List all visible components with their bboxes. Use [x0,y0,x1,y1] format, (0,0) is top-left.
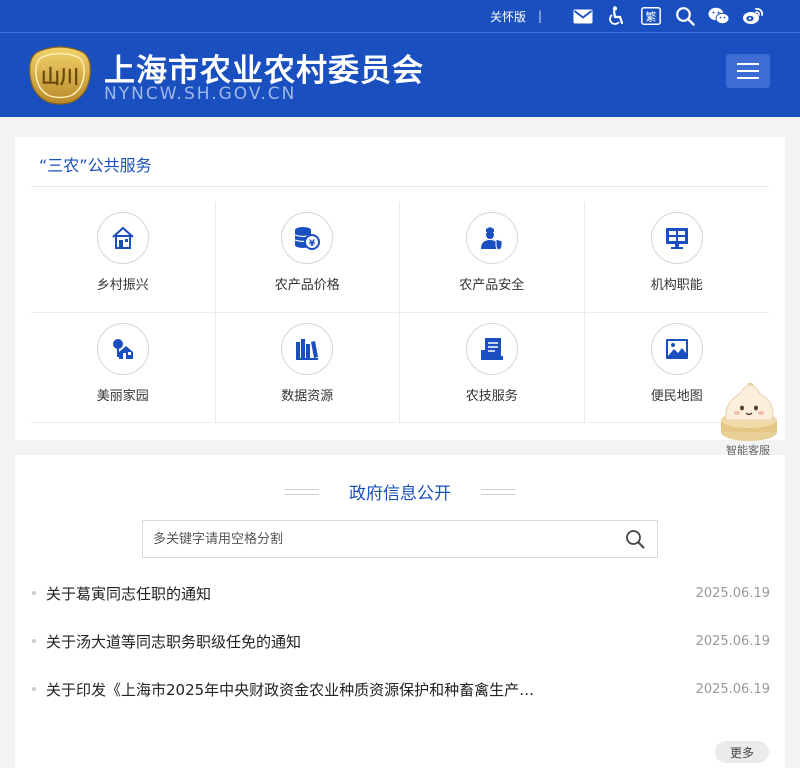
accessibility-icon[interactable] [606,5,628,27]
weibo-icon[interactable] [742,5,764,27]
info-heading: 政府信息公开 [15,479,785,504]
trad-char: 繁 [646,10,657,24]
separator: | [537,9,542,23]
news-item[interactable]: 关于葛寅同志任职的通知 2025.06.19 [30,569,770,617]
wechat-icon[interactable] [708,5,730,27]
news-date: 2025.06.19 [695,681,770,697]
info-search-box [142,520,658,558]
service-label: 美丽家园 [96,388,149,404]
top-utility-bar: 关怀版 | 繁 [0,0,800,33]
more-button[interactable]: 更多 [715,741,769,763]
bullet-dot [32,639,36,643]
news-title[interactable]: 关于葛寅同志任职的通知 [46,583,576,604]
news-date: 2025.06.19 [695,633,770,649]
service-label: 机构职能 [650,278,703,293]
beautiful-home-icon [96,322,149,375]
care-mode-link[interactable]: 关怀版 [490,8,526,25]
services-grid: 乡村振兴 ¥ 农产品价格 农产品安全 机构职能 美丽家园 数据资源 农技服务 便… [31,202,769,423]
service-product-price[interactable]: ¥ 农产品价格 [215,202,400,313]
service-agri-tech[interactable]: 农技服务 [400,312,585,423]
service-rural-revitalization[interactable]: 乡村振兴 [31,202,216,313]
menu-bar-icon [737,77,759,79]
search-icon [626,530,645,549]
service-label: 乡村振兴 [96,278,149,293]
site-header: 山川 上海市农业农村委员会 NYNCW.SH.GOV.CN [0,33,800,117]
search-button[interactable] [613,521,657,557]
bullet-dot [32,687,36,691]
bun-mascot-icon [721,382,777,441]
services-title: “三农”公共服务 [39,156,152,175]
rural-house-icon [96,212,149,264]
public-services-card: “三农”公共服务 乡村振兴 ¥ 农产品价格 农产品安全 机构职能 美丽家园 数据… [15,137,785,440]
service-label: 农产品价格 [274,278,340,293]
news-item[interactable]: 关于印发《上海市2025年中央财政资金农业种质资源保护和种畜禽生产… 2025.… [30,665,770,713]
info-title: 政府信息公开 [349,484,451,504]
hamburger-menu-button[interactable] [726,54,770,88]
news-item[interactable]: 关于汤大道等同志职务职级任免的通知 2025.06.19 [30,617,770,665]
manual-service-icon [465,322,518,375]
service-beautiful-home[interactable]: 美丽家园 [31,312,216,423]
books-data-icon [281,322,334,375]
news-date: 2025.06.19 [695,585,770,601]
svg-text:山川: 山川 [41,66,79,88]
monitor-org-icon [650,212,703,264]
site-logo[interactable]: 山川 [28,45,92,105]
divider [31,186,769,187]
menu-bar-icon [737,70,759,72]
service-label: 数据资源 [281,388,334,404]
service-label: 农技服务 [465,388,518,404]
service-label: 便民地图 [650,388,703,404]
bullet-dot [32,591,36,595]
svg-text:¥: ¥ [309,239,316,249]
menu-bar-icon [737,63,759,65]
news-list: 关于葛寅同志任职的通知 2025.06.19 关于汤大道等同志职务职级任免的通知… [30,569,770,713]
search-icon[interactable] [674,5,696,27]
service-organization-functions[interactable]: 机构职能 [584,202,769,313]
heading-decoration [285,488,319,495]
news-title[interactable]: 关于汤大道等同志职务职级任免的通知 [46,631,576,652]
service-data-resources[interactable]: 数据资源 [215,312,400,423]
news-title[interactable]: 关于印发《上海市2025年中央财政资金农业种质资源保护和种畜禽生产… [46,679,576,700]
coins-price-icon: ¥ [281,212,334,264]
service-label: 农产品安全 [459,278,525,293]
map-picture-icon [650,322,703,375]
site-domain: NYNCW.SH.GOV.CN [104,84,297,104]
info-search-input[interactable] [143,521,613,557]
mail-icon[interactable] [572,5,594,27]
heading-decoration [481,488,515,495]
service-product-safety[interactable]: 农产品安全 [400,202,585,313]
gov-info-card: 政府信息公开 关于葛寅同志任职的通知 2025.06.19 关于汤大道等同志职务… [15,455,785,768]
smart-assistant-widget[interactable]: 智能客服 [720,382,780,460]
user-safety-icon [465,212,518,264]
traditional-chinese-icon[interactable]: 繁 [640,5,662,27]
